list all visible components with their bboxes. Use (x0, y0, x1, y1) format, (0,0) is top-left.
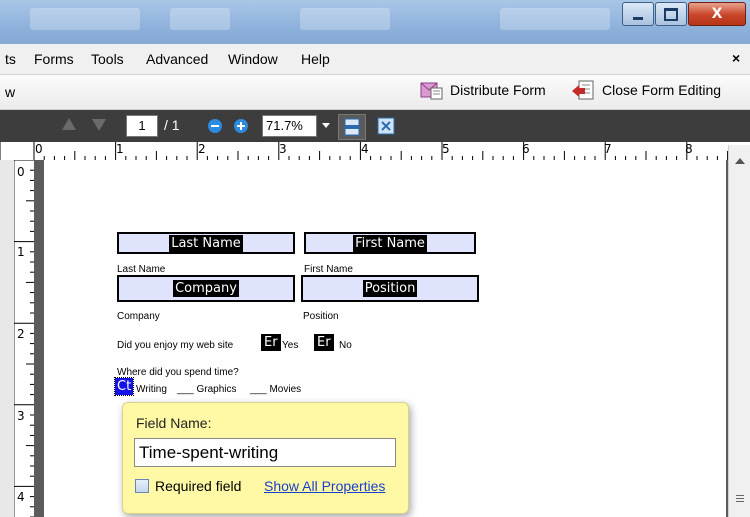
radio-no-field[interactable]: Er (314, 334, 334, 351)
no-label: No (339, 340, 352, 351)
zoom-out-icon[interactable] (208, 119, 222, 133)
popup-title: Field Name: (136, 415, 212, 431)
minimize-button[interactable] (622, 2, 654, 26)
radio-yes-field[interactable]: Er (261, 334, 281, 351)
horizontal-ruler: 0 1 2 3 4 5 6 7 8 (0, 142, 750, 161)
vertical-scrollbar[interactable] (728, 145, 750, 517)
option-graphics: ___ Graphics (177, 384, 237, 395)
zoom-dropdown-chevron-icon[interactable] (322, 123, 330, 128)
field-name-input[interactable]: Time-spent-writing (134, 438, 396, 467)
option-writing: Writing (136, 384, 167, 395)
last-name-field-tag: Last Name (169, 234, 243, 252)
menu-item-window[interactable]: Window (228, 51, 278, 67)
company-label: Company (117, 311, 160, 322)
menu-item-help[interactable]: Help (301, 51, 330, 67)
menu-item-advanced[interactable]: Advanced (146, 51, 208, 67)
page-total: / 1 (164, 117, 180, 133)
close-icon: X (711, 6, 723, 22)
ruler-top-ticks (33, 142, 729, 160)
question-web-site: Did you enjoy my web site (117, 340, 234, 351)
fit-page-button[interactable] (376, 116, 396, 136)
menu-bar: ts Forms Tools Advanced Window Help × (0, 44, 750, 75)
fit-page-icon (377, 117, 395, 135)
close-window-button[interactable]: X (688, 2, 746, 26)
menu-item-fragment[interactable]: ts (5, 51, 16, 67)
distribute-form-button[interactable]: Distribute Form (420, 79, 546, 101)
first-name-field[interactable]: First Name (304, 232, 476, 254)
page-number-input[interactable]: 1 (126, 115, 158, 137)
title-blur-1 (30, 8, 140, 30)
field-name-popup: Field Name: Time-spent-writing Required … (122, 402, 409, 514)
title-blur-2 (170, 8, 230, 30)
first-name-label: First Name (304, 264, 353, 275)
fit-width-button[interactable] (338, 114, 366, 140)
position-field[interactable]: Position (301, 275, 479, 302)
window-title-bar: X (0, 0, 750, 44)
toolbar-fragment: w (5, 84, 16, 100)
next-page-icon[interactable] (92, 119, 106, 131)
question-spend-time: Where did you spend time? (117, 367, 239, 378)
scroll-grip-icon[interactable] (736, 495, 744, 496)
company-field-tag: Company (173, 280, 239, 297)
position-label: Position (303, 311, 339, 322)
maximize-icon (664, 7, 678, 21)
ruler-left-ticks (14, 160, 34, 517)
close-document-button[interactable]: × (732, 50, 740, 66)
yes-label: Yes (282, 340, 299, 351)
distribute-form-label: Distribute Form (450, 82, 546, 98)
previous-page-icon[interactable] (62, 118, 76, 130)
last-name-field[interactable]: Last Name (117, 232, 295, 254)
required-field-checkbox[interactable] (135, 479, 149, 493)
close-form-editing-icon (570, 79, 596, 101)
zoom-in-icon[interactable] (234, 119, 248, 133)
close-form-editing-button[interactable]: Close Form Editing (570, 79, 721, 101)
form-toolbar: w Distribute Form Close Form Editing (0, 75, 750, 110)
option-movies: ___ Movies (250, 384, 302, 395)
menu-item-tools[interactable]: Tools (91, 51, 124, 67)
close-form-editing-label: Close Form Editing (602, 82, 722, 98)
position-field-tag: Position (362, 280, 418, 297)
fit-width-icon (344, 118, 360, 136)
scroll-up-icon[interactable] (735, 158, 745, 164)
required-field-label: Required field (155, 478, 242, 494)
writing-checkbox-field[interactable]: Ct (113, 377, 135, 396)
maximize-button[interactable] (655, 2, 687, 26)
navigation-toolbar: 1 / 1 71.7% (0, 110, 750, 142)
distribute-form-icon (420, 79, 444, 101)
title-blur-4 (500, 8, 610, 30)
last-name-label: Last Name (117, 264, 166, 275)
menu-item-forms[interactable]: Forms (34, 51, 74, 67)
show-all-properties-link[interactable]: Show All Properties (264, 478, 385, 494)
vertical-ruler: 0 1 2 3 4 (0, 160, 35, 517)
title-blur-3 (300, 8, 390, 30)
company-field[interactable]: Company (117, 275, 295, 302)
first-name-field-tag: First Name (353, 234, 427, 252)
minimize-icon (633, 16, 643, 20)
zoom-level-input[interactable]: 71.7% (262, 115, 317, 137)
